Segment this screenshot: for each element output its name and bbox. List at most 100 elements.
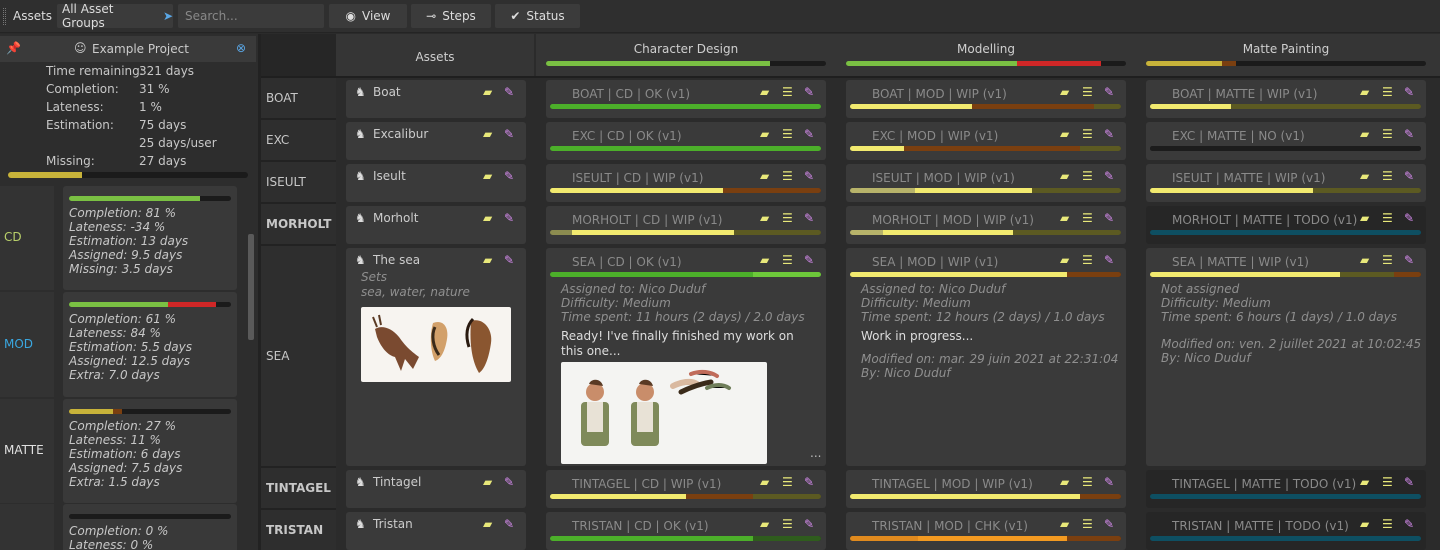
edit-icon[interactable]: ✎ — [804, 253, 814, 267]
list-icon[interactable]: ☰ — [1382, 517, 1393, 531]
matte-cell-exc[interactable]: EXC | MATTE | NO (v1) ▰ ☰ ✎ — [1146, 122, 1426, 160]
list-icon[interactable]: ☰ — [782, 211, 793, 225]
edit-icon[interactable]: ✎ — [504, 127, 514, 141]
edit-icon[interactable]: ✎ — [504, 253, 514, 267]
folder-icon[interactable]: ▰ — [1360, 517, 1369, 531]
step-label-box[interactable]: MATTE — [0, 399, 54, 503]
pin-icon[interactable]: 📌 — [6, 42, 21, 54]
view-button[interactable]: ◉ View — [329, 4, 407, 28]
folder-icon[interactable]: ▰ — [760, 517, 769, 531]
edit-icon[interactable]: ✎ — [504, 85, 514, 99]
mod-cell-exc[interactable]: EXC | MOD | WIP (v1) ▰ ☰ ✎ — [846, 122, 1126, 160]
asset-cell-tintagel[interactable]: ♞ Tintagel ▰ ✎ — [346, 470, 526, 508]
folder-icon[interactable]: ▰ — [483, 475, 492, 489]
edit-icon[interactable]: ✎ — [1404, 475, 1414, 489]
asset-group-selector[interactable]: All Asset Groups ➤ — [57, 2, 173, 30]
asset-cell-tristan[interactable]: ♞ Tristan ▰ ✎ — [346, 512, 526, 550]
folder-icon[interactable]: ▰ — [1360, 127, 1369, 141]
mod-cell-morholt[interactable]: MORHOLT | MOD | WIP (v1) ▰ ☰ ✎ — [846, 206, 1126, 244]
asset-cell-exc[interactable]: ♞ Excalibur ▰ ✎ — [346, 122, 526, 160]
list-icon[interactable]: ☰ — [1082, 169, 1093, 183]
folder-icon[interactable]: ▰ — [483, 85, 492, 99]
folder-icon[interactable]: ▰ — [1360, 253, 1369, 267]
assets-column-header[interactable]: Assets — [336, 34, 534, 76]
mod-cell-tristan[interactable]: TRISTAN | MOD | CHK (v1) ▰ ☰ ✎ — [846, 512, 1126, 550]
edit-icon[interactable]: ✎ — [1104, 211, 1114, 225]
list-icon[interactable]: ☰ — [1382, 475, 1393, 489]
folder-icon[interactable]: ▰ — [760, 127, 769, 141]
folder-icon[interactable]: ▰ — [1060, 85, 1069, 99]
list-icon[interactable]: ☰ — [782, 85, 793, 99]
sidebar-scrollbar[interactable] — [248, 234, 254, 340]
folder-icon[interactable]: ▰ — [760, 211, 769, 225]
asset-cell-iseult[interactable]: ♞ Iseult ▰ ✎ — [346, 164, 526, 202]
steps-button[interactable]: ⊸ Steps — [411, 4, 491, 28]
matte-cell-iseult[interactable]: ISEULT | MATTE | WIP (v1) ▰ ☰ ✎ — [1146, 164, 1426, 202]
edit-icon[interactable]: ✎ — [1104, 253, 1114, 267]
edit-icon[interactable]: ✎ — [504, 211, 514, 225]
matte-cell-tristan[interactable]: TRISTAN | MATTE | TODO (v1) ▰ ☰ ✎ — [1146, 512, 1426, 550]
cd-cell-iseult[interactable]: ISEULT | CD | WIP (v1) ▰ ☰ ✎ — [546, 164, 826, 202]
cd-cell-sea[interactable]: SEA | CD | OK (v1) ▰ ☰ ✎ Assigned to: Nico D… — [546, 248, 826, 466]
mod-column-header[interactable]: Modelling — [836, 34, 1136, 76]
asset-cell-sea[interactable]: ♞ The sea ▰ ✎ Sets sea, water, nature — [346, 248, 526, 466]
list-icon[interactable]: ☰ — [1082, 475, 1093, 489]
row-header-sea[interactable]: SEA — [261, 246, 336, 468]
list-icon[interactable]: ☰ — [1082, 85, 1093, 99]
folder-icon[interactable]: ▰ — [1360, 85, 1369, 99]
folder-icon[interactable]: ▰ — [760, 169, 769, 183]
list-icon[interactable]: ☰ — [1082, 211, 1093, 225]
edit-icon[interactable]: ✎ — [804, 475, 814, 489]
edit-icon[interactable]: ✎ — [804, 211, 814, 225]
edit-icon[interactable]: ✎ — [1404, 169, 1414, 183]
edit-icon[interactable]: ✎ — [1404, 127, 1414, 141]
cd-cell-tristan[interactable]: TRISTAN | CD | OK (v1) ▰ ☰ ✎ — [546, 512, 826, 550]
row-header-boat[interactable]: BOAT — [261, 78, 336, 120]
edit-icon[interactable]: ✎ — [1404, 253, 1414, 267]
folder-icon[interactable]: ▰ — [1060, 517, 1069, 531]
folder-icon[interactable]: ▰ — [483, 169, 492, 183]
step-label-box[interactable]: CD — [0, 186, 54, 290]
list-icon[interactable]: ☰ — [1382, 127, 1393, 141]
row-header-tintagel[interactable]: TINTAGEL — [261, 468, 336, 510]
cd-cell-exc[interactable]: EXC | CD | OK (v1) ▰ ☰ ✎ — [546, 122, 826, 160]
edit-icon[interactable]: ✎ — [804, 169, 814, 183]
row-header-exc[interactable]: EXC — [261, 120, 336, 162]
folder-icon[interactable]: ▰ — [483, 253, 492, 267]
matte-cell-tintagel[interactable]: TINTAGEL | MATTE | TODO (v1) ▰ ☰ ✎ — [1146, 470, 1426, 508]
edit-icon[interactable]: ✎ — [504, 475, 514, 489]
folder-icon[interactable]: ▰ — [760, 253, 769, 267]
asset-thumbnail[interactable] — [361, 307, 511, 382]
folder-icon[interactable]: ▰ — [1060, 253, 1069, 267]
folder-icon[interactable]: ▰ — [1060, 127, 1069, 141]
folder-icon[interactable]: ▰ — [1360, 169, 1369, 183]
edit-icon[interactable]: ✎ — [1104, 169, 1114, 183]
asset-cell-boat[interactable]: ♞ Boat ▰ ✎ — [346, 80, 526, 118]
row-header-tristan[interactable]: TRISTAN — [261, 510, 336, 550]
mod-cell-tintagel[interactable]: TINTAGEL | MOD | WIP (v1) ▰ ☰ ✎ — [846, 470, 1126, 508]
edit-icon[interactable]: ✎ — [804, 517, 814, 531]
more-indicator[interactable]: ... — [810, 446, 821, 460]
edit-icon[interactable]: ✎ — [804, 127, 814, 141]
list-icon[interactable]: ☰ — [1082, 517, 1093, 531]
matte-column-header[interactable]: Matte Painting — [1136, 34, 1440, 76]
list-icon[interactable]: ☰ — [1382, 169, 1393, 183]
edit-icon[interactable]: ✎ — [1104, 127, 1114, 141]
folder-icon[interactable]: ▰ — [1360, 475, 1369, 489]
mod-cell-sea[interactable]: SEA | MOD | WIP (v1) ▰ ☰ ✎ Assigned to: Nico… — [846, 248, 1126, 466]
folder-icon[interactable]: ▰ — [1360, 211, 1369, 225]
step-label-box[interactable] — [0, 504, 54, 550]
folder-icon[interactable]: ▰ — [760, 85, 769, 99]
cd-column-header[interactable]: Character Design — [536, 34, 836, 76]
edit-icon[interactable]: ✎ — [504, 517, 514, 531]
matte-cell-sea[interactable]: SEA | MATTE | WIP (v1) ▰ ☰ ✎ Not assigned Dif… — [1146, 248, 1426, 466]
step-label-box[interactable]: MOD — [0, 292, 54, 397]
edit-icon[interactable]: ✎ — [1404, 517, 1414, 531]
list-icon[interactable]: ☰ — [782, 169, 793, 183]
matte-cell-boat[interactable]: BOAT | MATTE | WIP (v1) ▰ ☰ ✎ — [1146, 80, 1426, 118]
list-icon[interactable]: ☰ — [782, 253, 793, 267]
folder-icon[interactable]: ▰ — [760, 475, 769, 489]
edit-icon[interactable]: ✎ — [504, 169, 514, 183]
close-icon[interactable]: ⊗ — [236, 42, 246, 54]
folder-icon[interactable]: ▰ — [1060, 169, 1069, 183]
